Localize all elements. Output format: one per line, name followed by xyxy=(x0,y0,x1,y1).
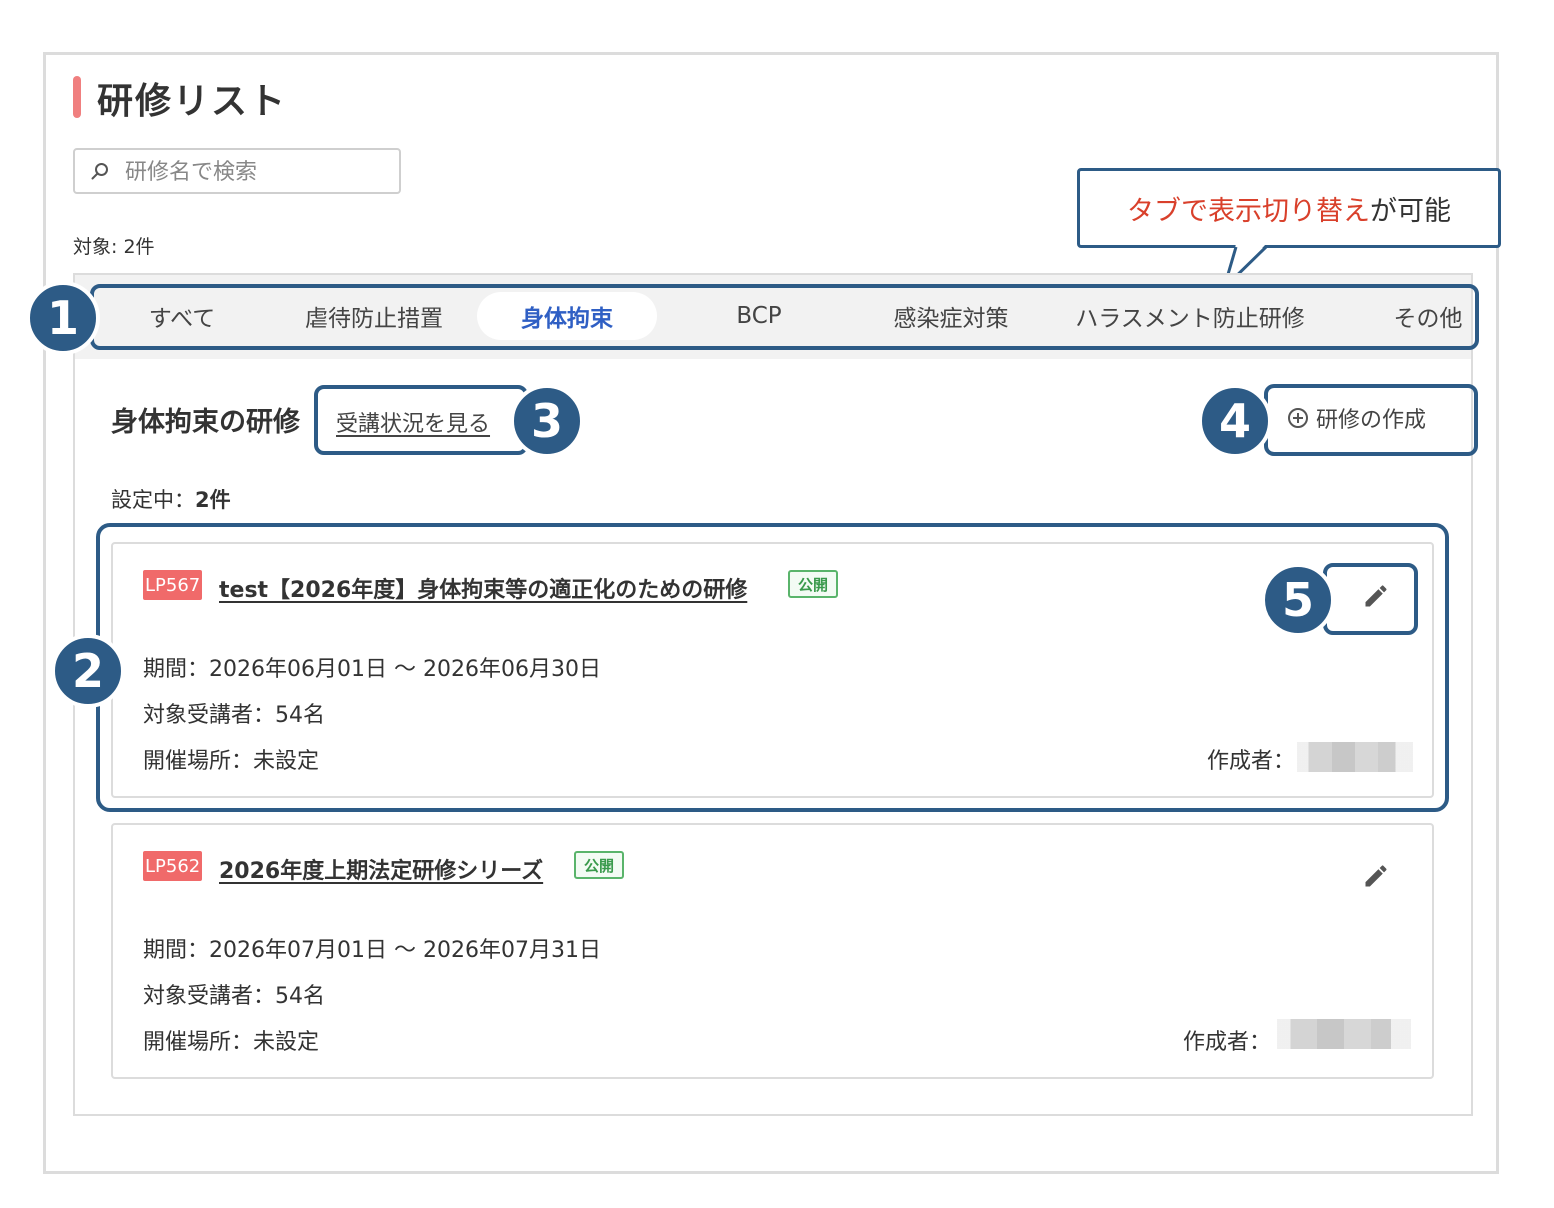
training-code: LP562 xyxy=(143,851,203,881)
pencil-icon[interactable] xyxy=(1362,862,1390,890)
card-highlight-outline xyxy=(96,523,1449,812)
annotation-badge-4: 4 xyxy=(1198,384,1272,458)
tab-switch-callout: タブで表示切り替え が可能 xyxy=(1077,168,1501,248)
section-title: 身体拘束の研修 xyxy=(111,407,300,438)
active-count: 設定中：2件 xyxy=(111,484,231,514)
create-training-label: 研修の作成 xyxy=(1316,408,1427,433)
training-attendees: 対象受講者：54名 xyxy=(143,984,325,1009)
training-author-label: 作成者： xyxy=(1183,1030,1272,1055)
search-box[interactable] xyxy=(73,148,401,194)
callout-text: が可能 xyxy=(1370,195,1451,227)
active-count-value: 2件 xyxy=(195,488,231,512)
public-status-badge: 公開 xyxy=(574,851,625,879)
search-icon xyxy=(91,163,108,180)
training-venue: 開催場所：未設定 xyxy=(143,1030,320,1055)
training-card: LP562 2026年度上期法定研修シリーズ 公開 期間：2026年07月01日… xyxy=(111,823,1434,1079)
training-period: 期間：2026年07月01日 〜 2026年07月31日 xyxy=(143,938,601,963)
callout-highlight: タブで表示切り替え xyxy=(1127,195,1370,227)
tabs-highlight-outline xyxy=(90,284,1479,350)
result-count: 対象: 2件 xyxy=(73,236,155,258)
view-status-link[interactable]: 受講状況を見る xyxy=(336,406,490,438)
annotation-badge-2: 2 xyxy=(51,634,125,708)
plus-circle-icon xyxy=(1288,408,1308,428)
training-title-link[interactable]: 2026年度上期法定研修シリーズ xyxy=(219,853,543,885)
create-training-button[interactable]: 研修の作成 xyxy=(1288,402,1426,434)
author-name-redacted xyxy=(1277,1019,1411,1049)
active-count-label: 設定中： xyxy=(111,488,195,512)
pencil-icon[interactable] xyxy=(1362,582,1390,610)
annotation-badge-3: 3 xyxy=(510,384,584,458)
annotation-badge-1: 1 xyxy=(26,281,100,355)
page-title: 研修リスト xyxy=(97,81,288,122)
annotation-badge-5: 5 xyxy=(1261,563,1335,637)
title-accent-bar xyxy=(73,76,81,118)
search-input[interactable] xyxy=(123,156,397,188)
